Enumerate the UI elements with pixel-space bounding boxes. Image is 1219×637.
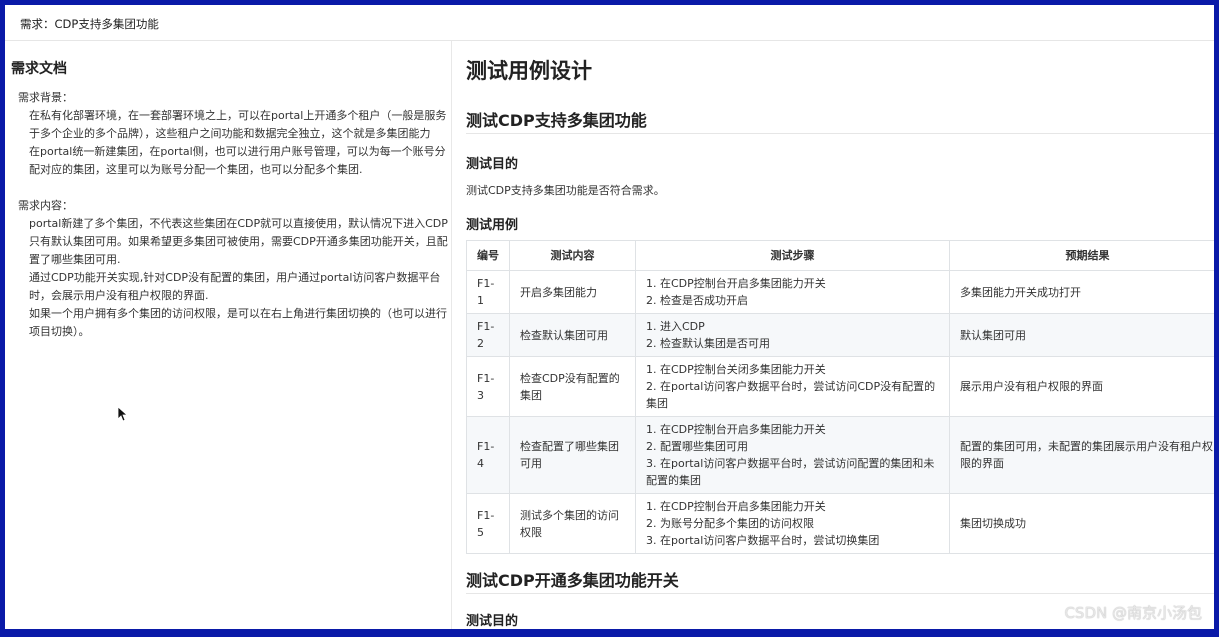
case-steps: 1. 在CDP控制台开启多集团能力开关 2. 为账号分配多个集团的访问权限 3.… xyxy=(635,493,950,554)
table-header-row: 编号 测试内容 测试步骤 预期结果 xyxy=(466,240,1214,271)
window-title: 需求：CDP支持多集团功能 xyxy=(20,17,159,31)
case-step: 1. 在CDP控制台开启多集团能力开关 xyxy=(646,500,826,513)
case-id: F1-1 xyxy=(466,270,510,314)
case-id: F1-5 xyxy=(466,493,510,554)
case-content: 开启多集团能力 xyxy=(509,270,636,314)
case-content: 检查配置了哪些集团可用 xyxy=(509,416,636,494)
case-id: F1-3 xyxy=(466,356,510,417)
header-id: 编号 xyxy=(466,240,510,271)
watermark: CSDN @南京小汤包 xyxy=(1064,604,1202,622)
requirements-pane[interactable]: 需求文档 需求背景： 在私有化部署环境，在一套部署环境之上，可以在portal上… xyxy=(5,41,452,629)
table-row: F1-1 开启多集团能力 1. 在CDP控制台开启多集团能力开关 2. 检查是否… xyxy=(466,270,1214,314)
table-row: F1-3 检查CDP没有配置的集团 1. 在CDP控制台关闭多集团能力开关 2.… xyxy=(466,356,1214,417)
case-step: 1. 在CDP控制台开启多集团能力开关 xyxy=(646,277,826,290)
table-row: F1-2 检查默认集团可用 1. 进入CDP 2. 检查默认集团是否可用 默认集… xyxy=(466,313,1214,357)
case-step: 1. 进入CDP xyxy=(646,320,705,333)
page-title: 测试用例设计 xyxy=(466,59,592,83)
app-window: 需求：CDP支持多集团功能 需求文档 需求背景： 在私有化部署环境，在一套部署环… xyxy=(5,5,1214,629)
case-steps: 1. 在CDP控制台开启多集团能力开关 2. 配置哪些集团可用 3. 在port… xyxy=(635,416,950,494)
section-1-divider xyxy=(466,133,1214,134)
case-expected: 多集团能力开关成功打开 xyxy=(949,270,1214,314)
background-paragraph-2: 在portal统一新建集团，在portal侧，也可以进行用户账号管理，可以为每一… xyxy=(29,145,446,176)
section-2-purpose-heading: 测试目的 xyxy=(466,614,519,629)
requirements-body: 需求背景： 在私有化部署环境，在一套部署环境之上，可以在portal上开通多个租… xyxy=(18,89,448,341)
section-1-title: 测试CDP支持多集团功能 xyxy=(466,111,647,130)
test-case-table: 编号 测试内容 测试步骤 预期结果 F1-1 开启多集团能力 1. 在CDP控制… xyxy=(466,240,1214,554)
case-expected: 默认集团可用 xyxy=(949,313,1214,357)
case-step: 2. 为账号分配多个集团的访问权限 xyxy=(646,517,814,530)
background-paragraph-1: 在私有化部署环境，在一套部署环境之上，可以在portal上开通多个租户（一般是服… xyxy=(29,109,447,140)
section-2-title: 测试CDP开通多集团功能开关 xyxy=(466,571,679,590)
case-step: 2. 检查默认集团是否可用 xyxy=(646,337,770,350)
header-steps: 测试步骤 xyxy=(635,240,950,271)
case-step: 3. 在portal访问客户数据平台时，尝试切换集团 xyxy=(646,534,880,547)
header-expected: 预期结果 xyxy=(949,240,1214,271)
case-step: 1. 在CDP控制台关闭多集团能力开关 xyxy=(646,363,826,376)
content-label: 需求内容： xyxy=(18,199,73,212)
case-id: F1-4 xyxy=(466,416,510,494)
case-expected: 集团切换成功 xyxy=(949,493,1214,554)
case-expected: 配置的集团可用，未配置的集团展示用户没有租户权限的界面 xyxy=(949,416,1214,494)
purpose-text: 测试CDP支持多集团功能是否符合需求。 xyxy=(466,184,665,197)
case-step: 2. 配置哪些集团可用 xyxy=(646,440,748,453)
case-content: 检查默认集团可用 xyxy=(509,313,636,357)
table-row: F1-5 测试多个集团的访问权限 1. 在CDP控制台开启多集团能力开关 2. … xyxy=(466,493,1214,554)
case-step: 2. 检查是否成功开启 xyxy=(646,294,748,307)
case-content: 检查CDP没有配置的集团 xyxy=(509,356,636,417)
header-content: 测试内容 xyxy=(509,240,636,271)
case-content: 测试多个集团的访问权限 xyxy=(509,493,636,554)
content-paragraph-3: 如果一个用户拥有多个集团的访问权限，是可以在右上角进行集团切换的（也可以进行项目… xyxy=(29,307,447,338)
requirements-heading: 需求文档 xyxy=(11,61,67,77)
content-paragraph-2: 通过CDP功能开关实现,针对CDP没有配置的集团，用户通过portal访问客户数… xyxy=(29,271,441,302)
case-steps: 1. 在CDP控制台关闭多集团能力开关 2. 在portal访问客户数据平台时，… xyxy=(635,356,950,417)
purpose-heading: 测试目的 xyxy=(466,157,519,172)
test-case-pane[interactable]: 测试用例设计 测试CDP支持多集团功能 测试目的 测试CDP支持多集团功能是否符… xyxy=(453,41,1214,629)
case-id: F1-2 xyxy=(466,313,510,357)
case-step: 3. 在portal访问客户数据平台时，尝试访问配置的集团和未配置的集团 xyxy=(646,457,935,487)
title-bar: 需求：CDP支持多集团功能 xyxy=(5,5,1214,41)
cases-heading: 测试用例 xyxy=(466,218,519,233)
section-2-divider xyxy=(466,593,1214,594)
content-paragraph-1: portal新建了多个集团，不代表这些集团在CDP就可以直接使用，默认情况下进入… xyxy=(29,217,448,266)
case-step: 2. 在portal访问客户数据平台时，尝试访问CDP没有配置的集团 xyxy=(646,380,936,410)
case-step: 1. 在CDP控制台开启多集团能力开关 xyxy=(646,423,826,436)
background-label: 需求背景： xyxy=(18,91,73,104)
mouse-cursor-icon xyxy=(117,406,127,422)
case-steps: 1. 进入CDP 2. 检查默认集团是否可用 xyxy=(635,313,950,357)
case-expected: 展示用户没有租户权限的界面 xyxy=(949,356,1214,417)
case-steps: 1. 在CDP控制台开启多集团能力开关 2. 检查是否成功开启 xyxy=(635,270,950,314)
table-row: F1-4 检查配置了哪些集团可用 1. 在CDP控制台开启多集团能力开关 2. … xyxy=(466,416,1214,494)
